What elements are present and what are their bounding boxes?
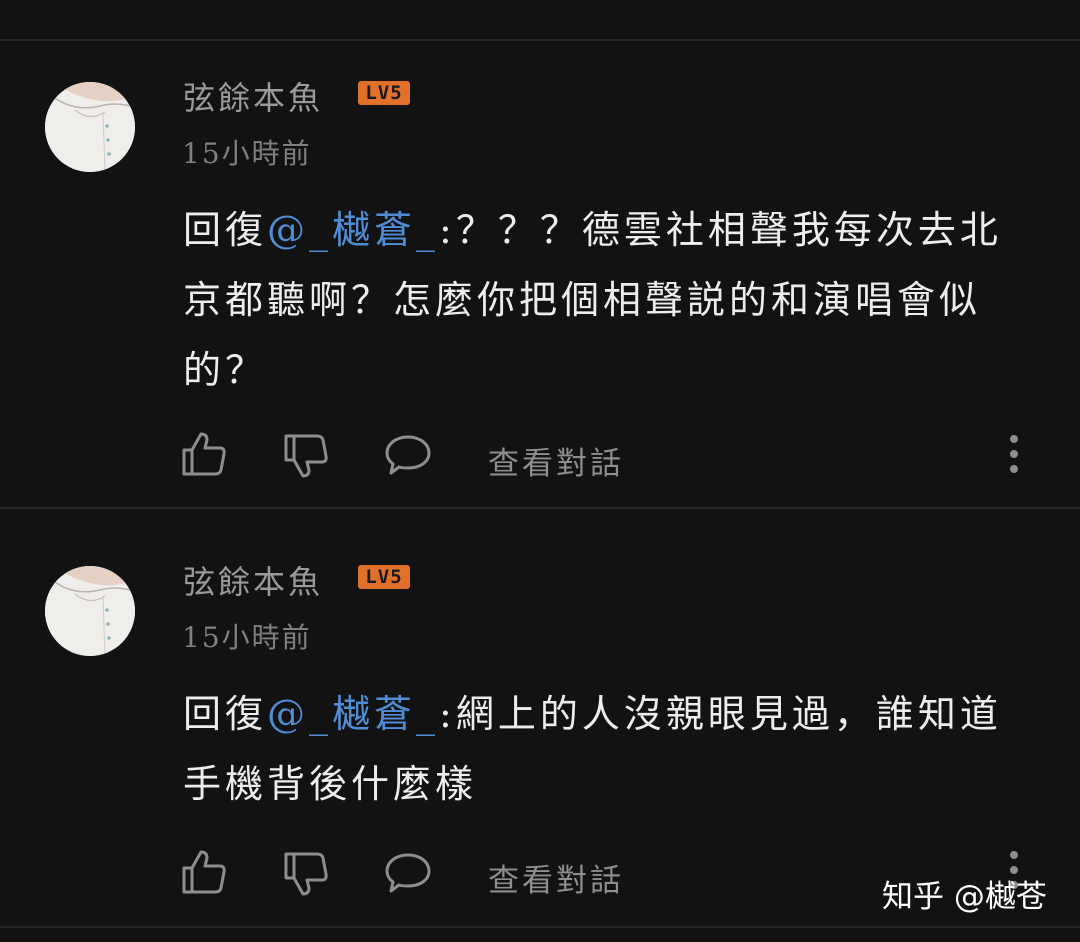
reply-prefix: 回復 <box>183 692 268 736</box>
avatar[interactable] <box>45 566 135 656</box>
level-badge: LV5 <box>358 565 410 589</box>
comment-body: 回復@_樾蒼_:網上的人沒親眼見過，誰知道手機背後什麼樣 <box>183 679 1043 819</box>
comment-item: 弦餘本魚 LV5 15小時前 回復@_樾蒼_:網上的人沒親眼見過，誰知道手機背後… <box>0 0 1080 926</box>
view-conversation-button[interactable]: 查看對話 <box>488 855 624 900</box>
thumbs-down-icon[interactable] <box>282 850 330 898</box>
watermark: 知乎 @樾苍 <box>882 879 1047 915</box>
mention-link[interactable]: @_樾蒼_ <box>267 692 439 736</box>
timestamp: 15小時前 <box>182 621 312 654</box>
username[interactable]: 弦餘本魚 <box>183 557 323 603</box>
thumbs-up-icon[interactable] <box>180 848 228 896</box>
speech-bubble-icon[interactable] <box>384 852 432 894</box>
bottom-divider <box>0 926 1080 928</box>
